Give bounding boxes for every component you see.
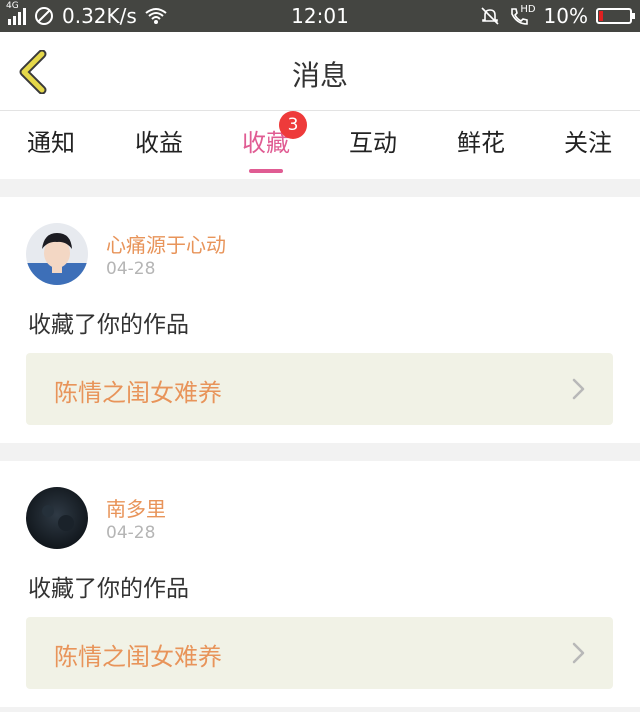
work-link[interactable]: 陈情之闺女难养: [26, 617, 613, 689]
work-title: 陈情之闺女难养: [54, 643, 222, 671]
tab-interactions[interactable]: 互动: [328, 123, 418, 158]
battery-percent: 10%: [543, 4, 588, 28]
notification-card: 心痛源于心动 04-28 收藏了你的作品 陈情之闺女难养: [0, 197, 640, 443]
notification-date: 04-28: [106, 259, 156, 279]
tab-notifications[interactable]: 通知: [6, 123, 96, 158]
chevron-right-icon: [572, 642, 585, 664]
tab-label: 鲜花: [457, 129, 505, 157]
username[interactable]: 南多里: [106, 493, 166, 522]
avatar[interactable]: [26, 223, 88, 285]
tab-label: 通知: [27, 129, 75, 157]
battery-icon: [596, 8, 635, 24]
page-title: 消息: [291, 59, 348, 92]
avatar-image: [26, 223, 88, 285]
avatar[interactable]: [26, 487, 88, 549]
tab-label: 收益: [135, 129, 183, 157]
active-tab-indicator: [249, 169, 283, 173]
username[interactable]: 心痛源于心动: [106, 229, 226, 258]
header: 消息: [0, 32, 640, 111]
notification-card: 南多里 04-28 收藏了你的作品 陈情之闺女难养: [0, 461, 640, 707]
tab-follows[interactable]: 关注: [543, 123, 633, 158]
chevron-right-icon: [572, 378, 585, 400]
hd-label: HD: [520, 4, 536, 15]
work-title: 陈情之闺女难养: [54, 379, 222, 407]
tab-bar: 通知 收益 收藏 3 互动 鲜花 关注: [0, 111, 640, 179]
work-link[interactable]: 陈情之闺女难养: [26, 353, 613, 425]
tab-flowers[interactable]: 鲜花: [436, 123, 526, 158]
tab-label: 关注: [564, 129, 612, 157]
call-hd-icon: HD: [508, 4, 536, 26]
tab-earnings[interactable]: 收益: [114, 123, 204, 158]
notification-date: 04-28: [106, 523, 156, 543]
notification-action: 收藏了你的作品: [28, 576, 189, 602]
mute-bell-icon: [480, 7, 499, 25]
tab-favorites[interactable]: 收藏 3: [221, 111, 311, 173]
status-bar-right: HD 10%: [480, 4, 635, 28]
status-bar: 4G 0.32K/s 12:01 HD 10%: [0, 0, 640, 32]
tab-label: 互动: [349, 129, 397, 157]
avatar-image: [26, 487, 88, 549]
unread-badge: 3: [279, 111, 307, 139]
notification-action: 收藏了你的作品: [28, 312, 189, 338]
